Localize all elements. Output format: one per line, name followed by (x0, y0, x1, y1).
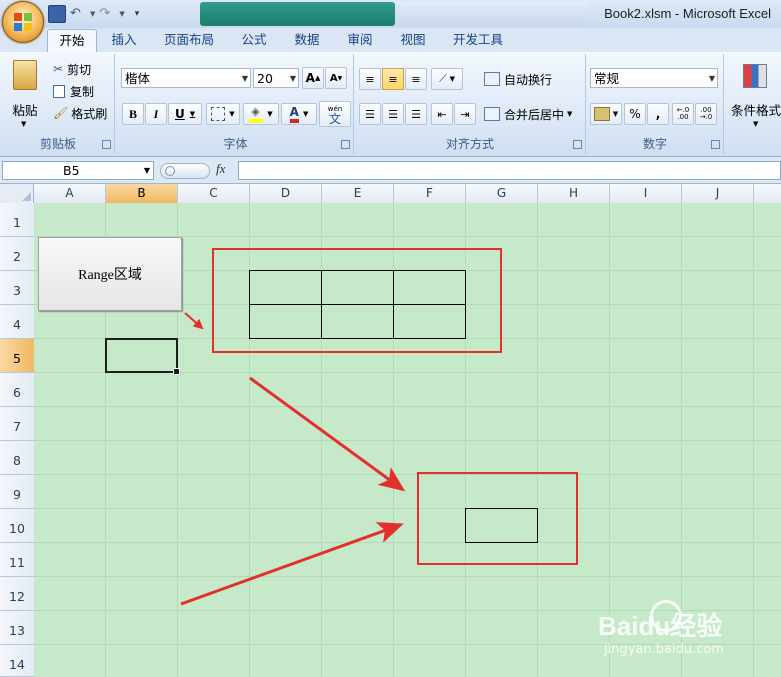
office-button[interactable] (2, 1, 44, 43)
watermark-url: jingyan.baidu.com (604, 642, 724, 657)
arrow-to-range (184, 312, 204, 330)
watermark-brand: Baidu经验 (598, 611, 723, 641)
office-logo-icon (14, 13, 32, 31)
arrow-up-right (180, 522, 404, 606)
annotation-arrows (180, 312, 406, 606)
baidu-watermark: Baidu经验 jingyan.baidu.com (598, 600, 778, 670)
arrow-down-right (249, 376, 406, 492)
